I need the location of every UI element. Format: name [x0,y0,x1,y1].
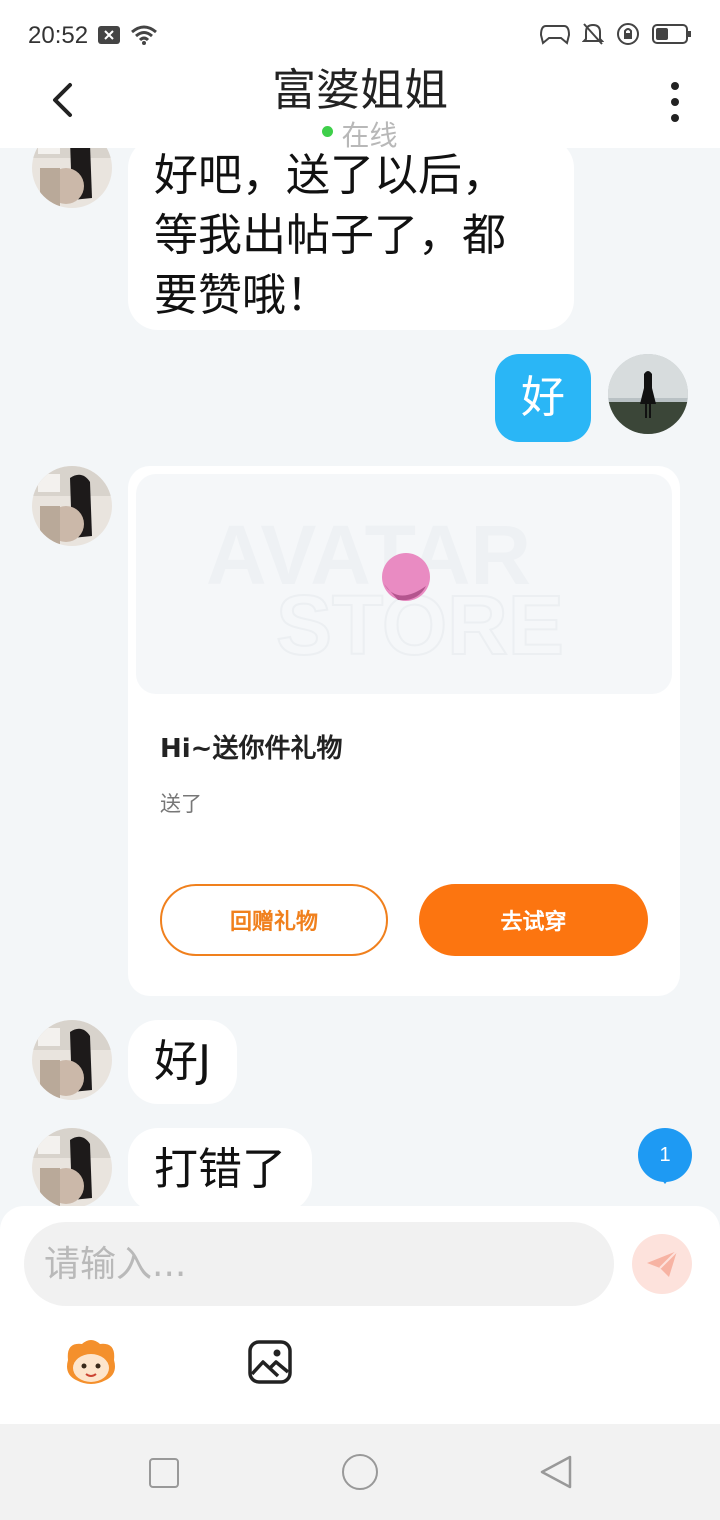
message-text: 好 [521,372,565,423]
emoji-button[interactable] [62,1338,120,1386]
return-gift-button[interactable]: 回赠礼物 [160,884,388,956]
message-text: 打错了 [154,1144,286,1195]
contact-avatar[interactable] [32,148,112,208]
message-line: 等我出帖子了，都 [154,210,506,261]
message-line: 要赞哦！ [154,270,330,321]
my-avatar[interactable] [608,354,688,434]
message-text: 好J [154,1036,211,1087]
lock-rotation-icon [617,23,639,45]
message-bubble-outgoing[interactable]: 好 [495,354,591,442]
gamepad-icon [540,25,570,45]
image-button[interactable] [248,1340,292,1384]
send-icon [647,1250,678,1277]
wifi-icon [131,25,157,45]
gift-subtitle: 送了 [160,792,202,816]
close-box-icon [98,26,120,44]
message-line: 好吧，送了以后， [154,150,506,201]
nav-back-icon[interactable] [538,1454,574,1490]
bell-off-icon [582,23,604,45]
unread-badge[interactable]: 1 [638,1128,692,1184]
more-vertical-icon [671,82,679,90]
more-options-button[interactable] [660,82,690,122]
message-bubble-incoming[interactable]: 好J [128,1020,237,1104]
nav-circle-icon[interactable] [342,1454,378,1490]
status-right-icons [540,22,692,46]
contact-avatar[interactable] [32,1020,112,1100]
status-time: 20:52 [28,22,89,49]
status-left-icons [98,24,158,46]
contact-avatar[interactable] [32,466,112,546]
battery-icon [652,24,691,44]
system-navigation-bar [0,1424,720,1520]
online-dot [322,125,334,137]
message-input[interactable] [24,1222,614,1306]
gift-card[interactable]: AVATAR STORE Hi~送你件礼物 送了 回赠礼物 去试穿 [128,466,680,996]
composer-panel [0,1206,720,1424]
message-bubble-incoming[interactable]: 好吧，送了以后， 等我出帖子了，都 要赞哦！ [128,148,574,330]
gift-title: Hi~送你件礼物 [160,734,343,764]
nav-square-icon[interactable] [149,1458,179,1488]
send-button[interactable] [632,1234,692,1294]
chat-message-list[interactable]: 好吧，送了以后， 等我出帖子了，都 要赞哦！ 好 AVATAR STORE Hi… [0,148,720,1208]
message-bubble-incoming[interactable]: 打错了 [128,1128,312,1208]
contact-avatar[interactable] [32,1128,112,1208]
chat-header: 20:52 富婆姐姐 在线 [0,0,720,152]
page-title: 富婆姐姐 [272,65,448,116]
image-icon [248,1340,292,1384]
gift-preview-image[interactable]: AVATAR STORE [136,474,672,694]
emoji-mascot-icon [67,1340,115,1384]
try-on-button[interactable]: 去试穿 [419,884,648,956]
